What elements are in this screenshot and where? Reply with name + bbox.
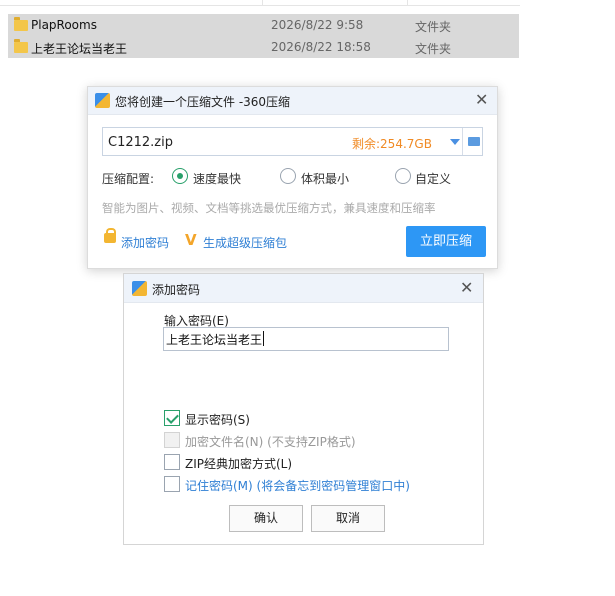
show-password-checkbox[interactable] bbox=[164, 410, 180, 426]
folder-icon bbox=[14, 16, 28, 31]
compress-config-label: 压缩配置: bbox=[102, 172, 155, 186]
add-password-titlebar[interactable]: 添加密码 ✕ bbox=[124, 274, 483, 303]
close-icon[interactable]: ✕ bbox=[460, 280, 473, 296]
compress-dialog: 您将创建一个压缩文件 -360压缩 ✕ C1212.zip 剩余:254.7GB… bbox=[87, 86, 498, 269]
show-password-label[interactable]: 显示密码(S) bbox=[185, 411, 250, 428]
encrypt-filename-checkbox bbox=[164, 432, 180, 448]
archive-path-value[interactable]: C1212.zip bbox=[108, 135, 173, 150]
password-input[interactable] bbox=[163, 327, 449, 351]
free-space-label: 剩余:254.7GB bbox=[352, 137, 432, 151]
chevron-down-icon[interactable] bbox=[450, 139, 460, 145]
zip-classic-encryption-label[interactable]: ZIP经典加密方式(L) bbox=[185, 455, 292, 472]
column-separator[interactable] bbox=[407, 0, 408, 6]
close-icon[interactable]: ✕ bbox=[475, 92, 488, 108]
add-password-link[interactable]: 添加密码 bbox=[121, 234, 169, 251]
file-name: PlapRooms bbox=[31, 18, 97, 32]
archive-path-field[interactable]: C1212.zip 剩余:254.7GB bbox=[102, 127, 483, 156]
360-zip-icon bbox=[95, 93, 110, 108]
screen: PlapRooms 2026/8/22 9:58 文件夹 上老王论坛当老王 20… bbox=[0, 0, 615, 596]
file-row[interactable]: 上老王论坛当老王 2026/8/22 18:58 文件夹 bbox=[8, 36, 519, 58]
radio-fastest[interactable] bbox=[172, 168, 188, 184]
folder-icon bbox=[14, 38, 28, 53]
radio-custom-label[interactable]: 自定义 bbox=[415, 170, 451, 187]
file-name: 上老王论坛当老王 bbox=[31, 42, 128, 56]
file-type: 文件夹 bbox=[415, 42, 452, 56]
explorer-column-header bbox=[0, 0, 520, 6]
lock-icon bbox=[104, 228, 116, 243]
folder-icon bbox=[468, 137, 480, 146]
ok-button[interactable]: 确认 bbox=[229, 505, 303, 532]
compress-dialog-titlebar[interactable]: 您将创建一个压缩文件 -360压缩 ✕ bbox=[88, 87, 497, 115]
zip-classic-encryption-checkbox[interactable] bbox=[164, 454, 180, 470]
file-type: 文件夹 bbox=[415, 20, 452, 34]
file-row[interactable]: PlapRooms 2026/8/22 9:58 文件夹 bbox=[8, 14, 519, 36]
radio-fastest-label[interactable]: 速度最快 bbox=[193, 170, 241, 187]
add-password-dialog: 添加密码 ✕ 输入密码(E) 显示密码(S) 加密文件名(N) (不支持ZIP格… bbox=[123, 273, 484, 545]
radio-custom[interactable] bbox=[395, 168, 411, 184]
radio-smallest[interactable] bbox=[280, 168, 296, 184]
remember-password-checkbox[interactable] bbox=[164, 476, 180, 492]
file-date: 2026/8/22 9:58 bbox=[271, 18, 364, 32]
encrypt-filename-label: 加密文件名(N) (不支持ZIP格式) bbox=[185, 435, 356, 449]
compress-dialog-title: 您将创建一个压缩文件 -360压缩 bbox=[115, 95, 291, 109]
file-date: 2026/8/22 18:58 bbox=[271, 40, 371, 54]
compress-hint-text: 智能为图片、视频、文档等挑选最优压缩方式，兼具速度和压缩率 bbox=[102, 201, 436, 215]
super-pack-link[interactable]: 生成超级压缩包 bbox=[203, 234, 287, 251]
add-password-title: 添加密码 bbox=[152, 283, 201, 297]
360-zip-icon bbox=[132, 281, 147, 296]
column-separator[interactable] bbox=[262, 0, 263, 6]
cancel-button[interactable]: 取消 bbox=[311, 505, 385, 532]
browse-folder-button[interactable] bbox=[462, 128, 483, 155]
text-caret bbox=[263, 331, 264, 346]
remember-password-label[interactable]: 记住密码(M) (将会备忘到密码管理窗口中) bbox=[185, 477, 410, 494]
compress-now-button[interactable]: 立即压缩 bbox=[406, 226, 486, 257]
radio-smallest-label[interactable]: 体积最小 bbox=[301, 170, 349, 187]
super-pack-icon: V bbox=[185, 231, 197, 249]
